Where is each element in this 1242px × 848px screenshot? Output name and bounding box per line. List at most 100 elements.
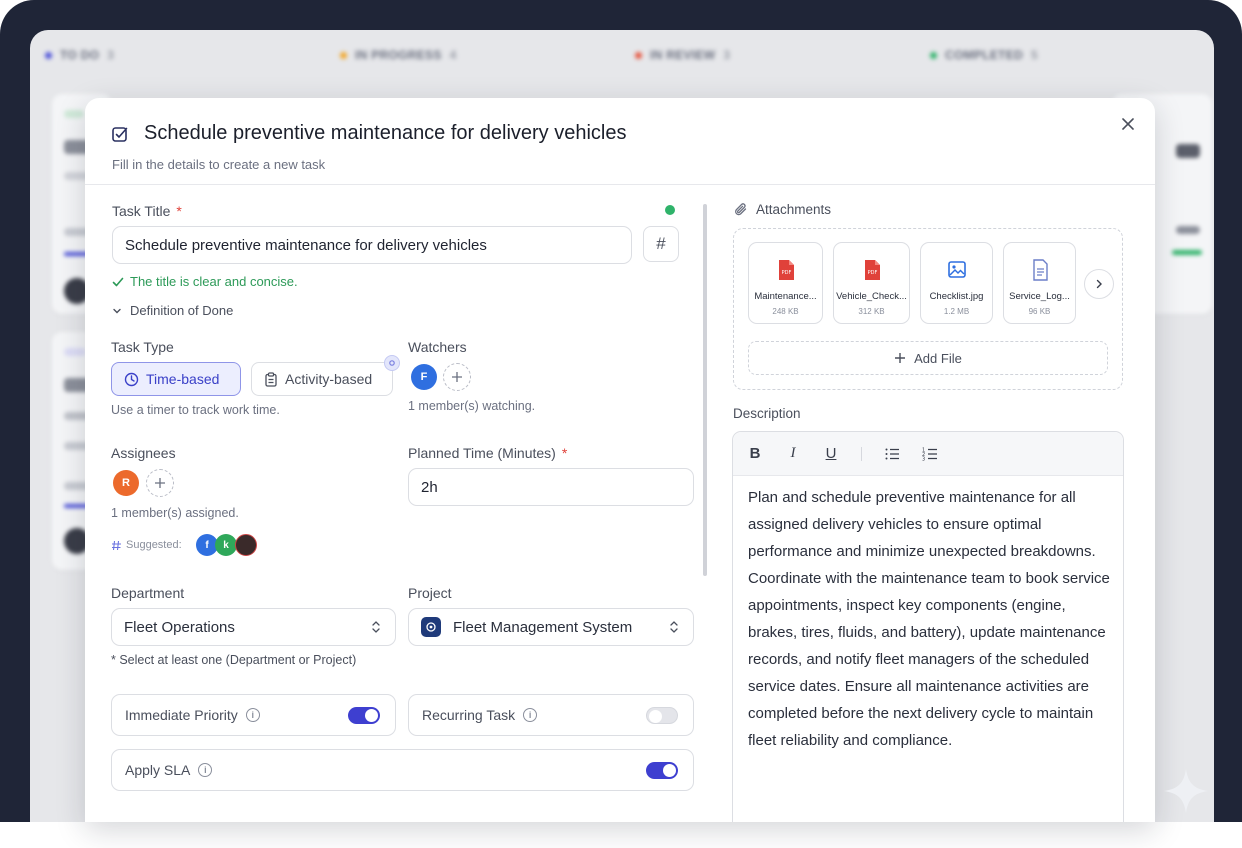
immediate-priority-row: Immediate Priority i <box>111 694 396 736</box>
suggested-initial: f <box>205 539 209 551</box>
plus-icon <box>895 353 906 363</box>
chevron-right-icon <box>1096 279 1102 289</box>
planned-time-label-text: Planned Time (Minutes) <box>408 445 556 461</box>
file-card[interactable]: Service_Log... 96 KB <box>1003 242 1076 324</box>
chevron-updown-icon <box>372 621 380 633</box>
info-icon[interactable]: i <box>245 708 260 722</box>
bold-icon[interactable]: B <box>747 445 763 462</box>
suggested-avatar[interactable]: k <box>215 534 237 556</box>
bottom-strip <box>0 822 1242 848</box>
department-select[interactable]: Fleet Operations <box>111 608 396 646</box>
description-text[interactable]: Plan and schedule preventive maintenance… <box>733 476 1123 754</box>
watchers-count: 1 member(s) watching. <box>408 399 536 413</box>
check-icon <box>112 277 124 286</box>
status-dot-icon <box>635 51 642 59</box>
add-file-button[interactable]: Add File <box>748 341 1108 375</box>
file-card[interactable]: PDF Vehicle_Check... 312 KB <box>833 242 910 324</box>
file-size: 96 KB <box>1028 307 1051 316</box>
column-completed: COMPLETED 5 <box>930 48 1038 62</box>
sparkle-watermark-icon <box>1164 769 1208 813</box>
immediate-priority-toggle[interactable] <box>348 707 380 724</box>
recurring-task-label: Recurring Task <box>422 707 516 723</box>
planned-time-input[interactable]: 2h <box>408 468 694 506</box>
task-checkbox-icon <box>112 127 128 142</box>
attachments-label: Attachments <box>734 202 831 217</box>
left-panel-scrollbar[interactable] <box>703 204 707 576</box>
italic-icon[interactable]: I <box>785 445 801 462</box>
definition-of-done-toggle[interactable]: Definition of Done <box>112 303 233 318</box>
status-dot-icon <box>45 51 52 59</box>
info-icon[interactable]: i <box>523 708 538 722</box>
modal-subtitle: Fill in the details to create a new task <box>112 157 326 172</box>
validation-message: The title is clear and concise. <box>130 274 298 289</box>
time-based-option[interactable]: Time-based <box>111 362 241 396</box>
task-title-label-text: Task Title <box>112 203 171 219</box>
assignees-label: Assignees <box>111 445 176 461</box>
recurring-task-toggle[interactable] <box>646 707 678 724</box>
project-label: Project <box>408 585 452 601</box>
suggested-initial: k <box>223 539 229 551</box>
activity-based-label: Activity-based <box>285 371 373 387</box>
svg-text:PDF: PDF <box>867 270 877 276</box>
file-name: Maintenance... <box>754 291 817 302</box>
hashtag-button[interactable]: # <box>643 226 679 262</box>
online-status-dot <box>665 205 675 215</box>
bullet-list-icon[interactable] <box>884 446 900 462</box>
suggested-label: Suggested: <box>126 539 182 551</box>
apply-sla-toggle[interactable] <box>646 762 678 779</box>
description-editor: B I U 123 Plan and schedule preventive m… <box>732 431 1124 822</box>
suggested-assignees: Suggested: <box>111 539 182 551</box>
plus-icon <box>452 372 462 382</box>
department-value: Fleet Operations <box>124 618 235 636</box>
task-title-input[interactable]: Schedule preventive maintenance for deli… <box>112 226 632 264</box>
apply-sla-row: Apply SLA i <box>111 749 694 791</box>
underline-icon[interactable]: U <box>823 445 839 462</box>
task-title-label: Task Title * <box>112 203 182 219</box>
watcher-initial: F <box>420 371 428 383</box>
pdf-icon: PDF <box>778 260 794 280</box>
chevron-down-icon <box>113 308 121 313</box>
required-mark: * <box>561 445 568 461</box>
modal-header: Schedule preventive maintenance for deli… <box>85 98 1155 185</box>
pdf-icon: PDF <box>864 260 880 280</box>
time-based-label: Time-based <box>146 371 220 387</box>
numbered-list-icon[interactable]: 123 <box>922 446 938 462</box>
attachments-dropzone[interactable]: PDF Maintenance... 248 KB PDF Vehicle_Ch… <box>733 228 1123 390</box>
select-hint: * Select at least one (Department or Pro… <box>111 653 357 667</box>
toolbar-divider <box>861 446 862 461</box>
definition-of-done-label: Definition of Done <box>130 303 234 318</box>
column-count: 3 <box>723 48 731 62</box>
assignee-avatar[interactable]: R <box>113 470 139 496</box>
info-icon[interactable]: i <box>198 763 213 777</box>
doc-icon <box>1032 259 1048 281</box>
column-count: 4 <box>449 48 457 62</box>
apply-sla-label: Apply SLA <box>125 762 191 778</box>
close-icon[interactable] <box>1119 115 1137 133</box>
project-value: Fleet Management System <box>453 618 633 636</box>
editor-toolbar: B I U 123 <box>733 432 1123 476</box>
clipboard-icon <box>265 371 277 387</box>
column-label: IN PROGRESS <box>355 48 442 62</box>
file-name: Vehicle_Check... <box>836 291 907 302</box>
attachments-label-text: Attachments <box>756 202 832 217</box>
activity-based-option[interactable]: Activity-based <box>251 362 393 396</box>
column-count: 3 <box>107 48 115 62</box>
file-card[interactable]: PDF Maintenance... 248 KB <box>748 242 823 324</box>
next-files-button[interactable] <box>1084 269 1114 299</box>
suggested-photo-avatar[interactable] <box>235 534 257 556</box>
watcher-avatar[interactable]: F <box>411 364 437 390</box>
assignees-count: 1 member(s) assigned. <box>111 506 239 520</box>
image-icon <box>947 261 966 278</box>
project-select[interactable]: Fleet Management System <box>408 608 694 646</box>
add-file-label: Add File <box>914 350 962 366</box>
column-label: TO DO <box>60 48 100 62</box>
add-assignee-button[interactable] <box>146 469 174 497</box>
file-card[interactable]: Checklist.jpg 1.2 MB <box>920 242 993 324</box>
clock-icon <box>124 372 139 386</box>
recurring-task-row: Recurring Task i <box>408 694 694 736</box>
required-mark: * <box>176 203 182 219</box>
column-in-progress: IN PROGRESS 4 <box>340 48 457 62</box>
svg-text:3: 3 <box>922 456 925 462</box>
file-size: 312 KB <box>858 307 885 316</box>
add-watcher-button[interactable] <box>443 363 471 391</box>
